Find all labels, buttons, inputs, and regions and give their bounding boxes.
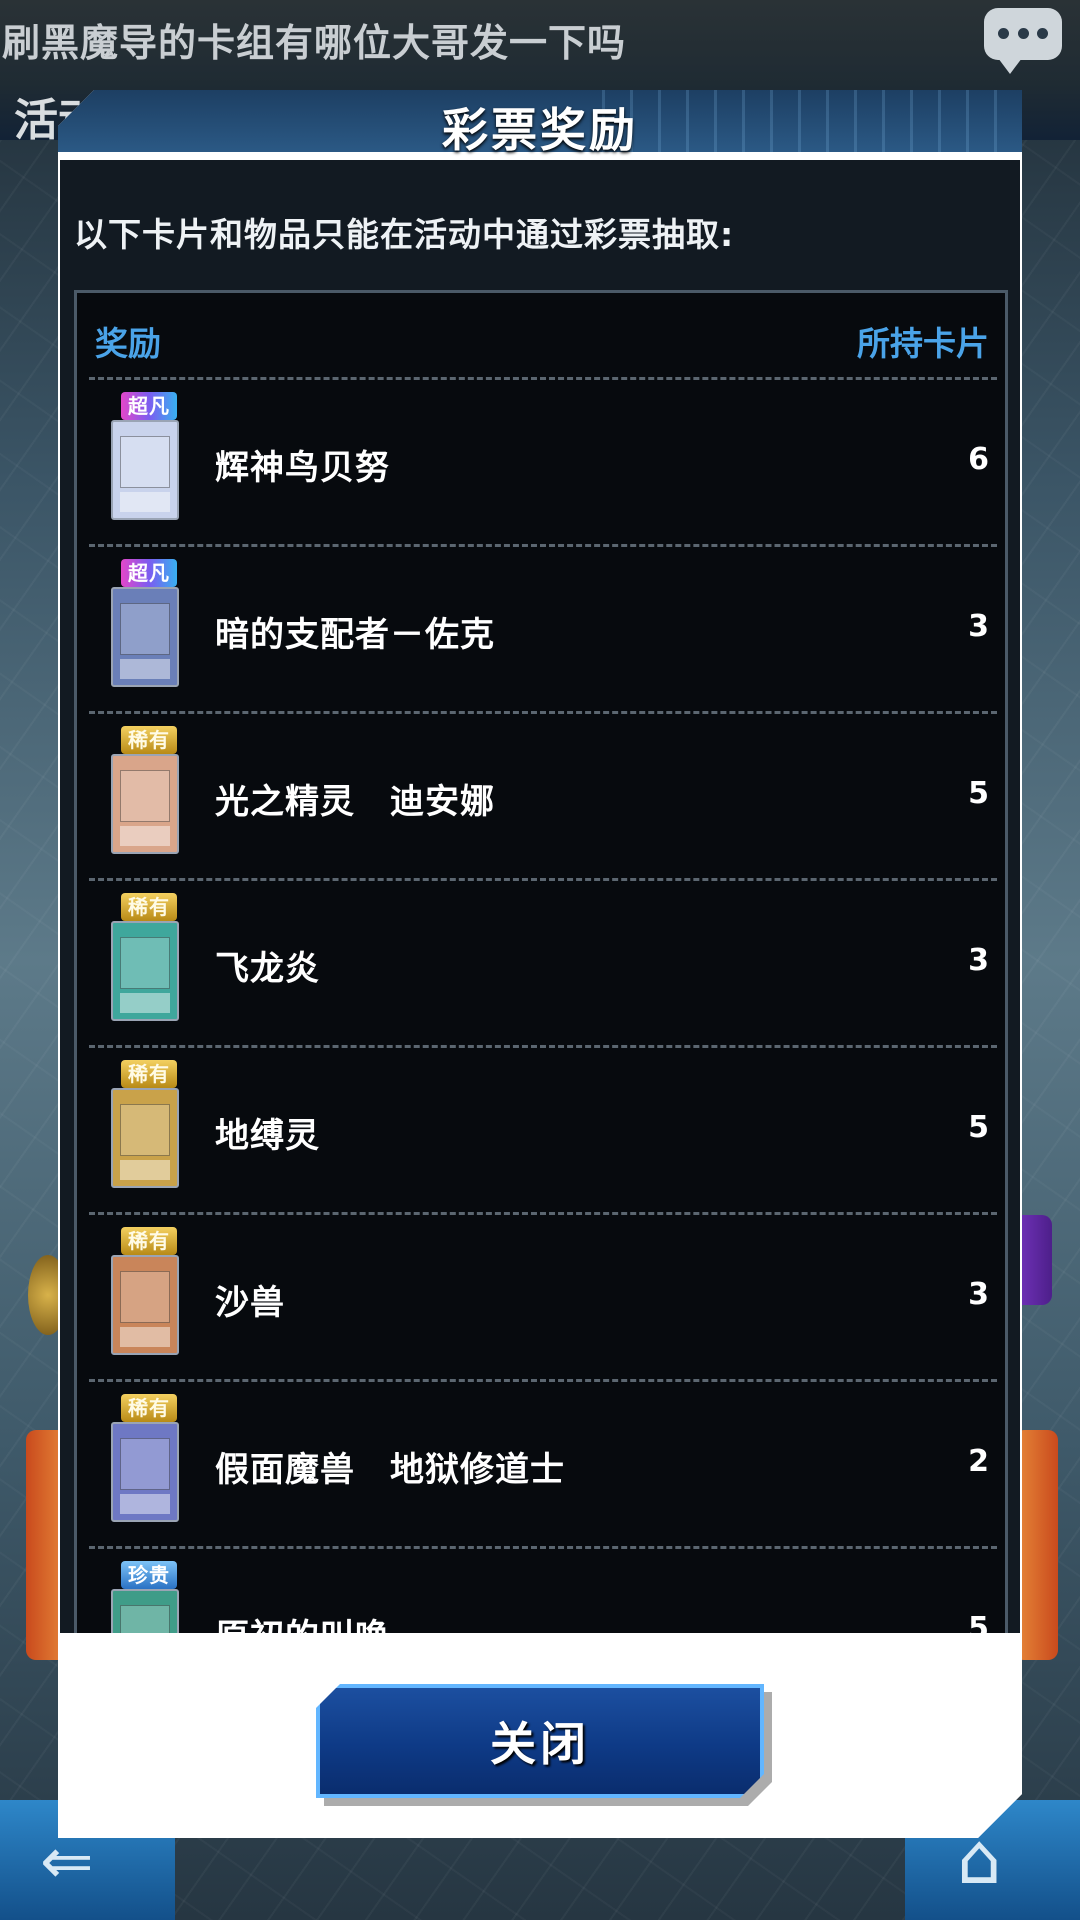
reward-row[interactable]: 稀有光之精灵 迪安娜 5 [89,711,997,878]
card-text-box [120,826,170,846]
owned-count: 5 [968,776,989,811]
card-thumbnail[interactable] [111,1589,179,1636]
card-name: 沙兽 [215,1283,285,1323]
card-text-box [120,993,170,1013]
card-thumbnail[interactable] [111,921,179,1021]
chat-message[interactable]: 刷黑魔导的卡组有哪位大哥发一下吗 [2,12,626,67]
reward-row[interactable]: 稀有飞龙炎 3 [89,878,997,1045]
reward-list[interactable]: 超凡 辉神鸟贝努 6 超凡 暗的支配者－佐克 3 稀有 光之精灵 迪安娜 5 稀有 飞龙炎 3 稀有 地缚… [89,377,997,1636]
dialog-title: 彩票奖励 [442,103,638,157]
card-art [120,603,170,655]
card-art [120,937,170,989]
close-button-label: 关闭 [490,1717,590,1771]
reward-row[interactable]: 超凡辉神鸟贝努 6 [89,377,997,544]
card-text-box [120,1327,170,1347]
back-arrow-icon: ⇐ [40,1825,94,1899]
owned-count: 3 [968,1277,989,1312]
chat-bubble-icon[interactable] [984,8,1062,74]
card-name: 辉神鸟贝努 [215,448,390,488]
reward-row[interactable]: 珍贵原初的叫唤5 [89,1546,997,1636]
rarity-badge: 稀有 [121,1394,177,1422]
reward-row[interactable]: 超凡暗的支配者－佐克 3 [89,544,997,711]
rarity-badge: 稀有 [121,893,177,921]
card-art [120,1438,170,1490]
owned-count: 5 [968,1110,989,1145]
card-thumbnail[interactable] [111,1088,179,1188]
reward-row[interactable]: 稀有地缚灵 5 [89,1045,997,1212]
rarity-badge: 稀有 [121,1227,177,1255]
card-thumbnail[interactable] [111,1255,179,1355]
reward-row[interactable]: 稀有假面魔兽 地狱修道士 2 [89,1379,997,1546]
owned-count: 2 [968,1444,989,1479]
card-name: 光之精灵 迪安娜 [215,782,495,822]
card-art [120,1104,170,1156]
owned-count: 6 [968,442,989,477]
card-thumbnail[interactable] [111,754,179,854]
card-name: 飞龙炎 [215,949,320,989]
card-thumbnail[interactable] [111,1422,179,1522]
close-button[interactable]: 关闭 [316,1684,764,1798]
dialog-header: 彩票奖励 [58,90,1022,152]
column-reward-label: 奖励 [95,324,161,363]
card-thumbnail[interactable] [111,420,179,520]
card-name: 假面魔兽 地狱修道士 [215,1450,565,1490]
dialog-intro-text: 以下卡片和物品只能在活动中通过彩票抽取: [74,215,735,254]
card-name: 原初的叫唤 [215,1609,390,1636]
rarity-badge: 稀有 [121,726,177,754]
rarity-badge: 珍贵 [121,1561,177,1589]
card-name: 暗的支配者－佐克 [215,615,495,655]
column-owned-label: 所持卡片 [857,324,989,363]
card-name: 地缚灵 [215,1116,320,1156]
list-header: 奖励 所持卡片 [77,293,1005,377]
card-art [120,1605,170,1636]
lottery-reward-dialog: 彩票奖励 以下卡片和物品只能在活动中通过彩票抽取: 奖励 所持卡片 超凡辉神鸟贝… [58,90,1022,1838]
rarity-badge: 超凡 [121,392,177,420]
card-art [120,770,170,822]
rarity-badge: 超凡 [121,559,177,587]
owned-count: 3 [968,609,989,644]
card-thumbnail[interactable] [111,587,179,687]
owned-count: 3 [968,943,989,978]
reward-list-panel[interactable]: 奖励 所持卡片 超凡 辉神鸟贝努 6 超凡 暗的支配者－佐克 3 稀有 光之精灵 迪安娜 5 稀有… [74,290,1008,1636]
card-text-box [120,659,170,679]
rarity-badge: 稀有 [121,1060,177,1088]
card-text-box [120,1494,170,1514]
reward-row[interactable]: 稀有沙兽 3 [89,1212,997,1379]
card-art [120,1271,170,1323]
card-text-box [120,1160,170,1180]
card-art [120,436,170,488]
card-text-box [120,492,170,512]
